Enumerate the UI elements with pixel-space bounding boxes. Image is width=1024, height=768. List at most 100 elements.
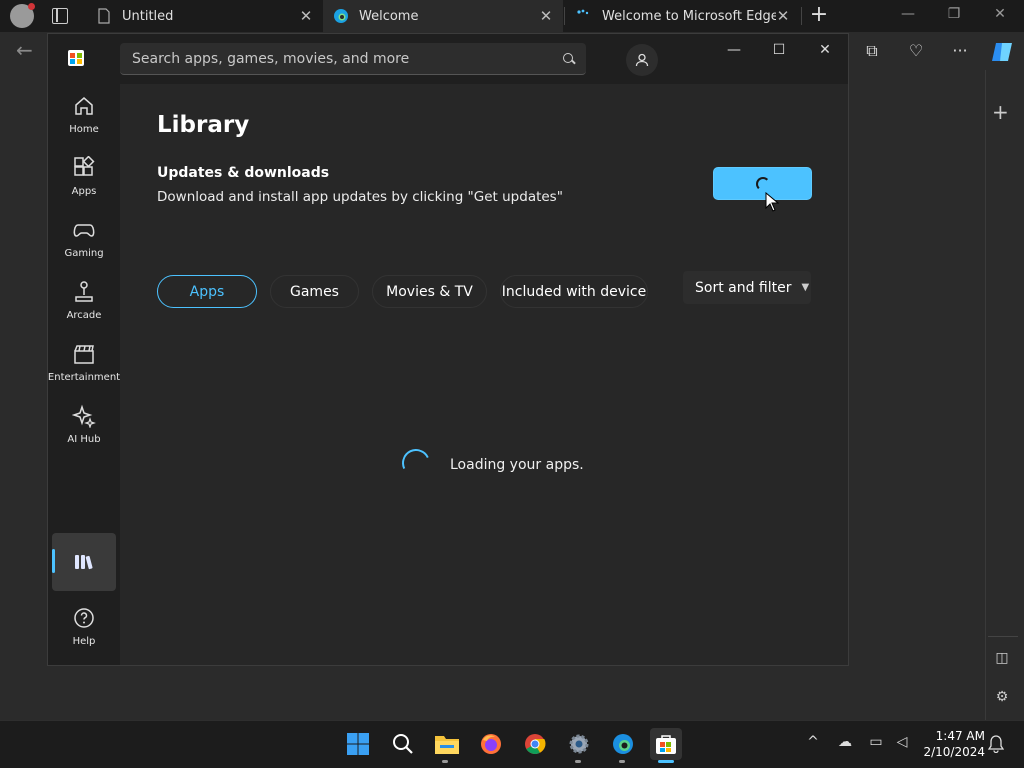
filter-apps[interactable]: Apps — [157, 275, 257, 308]
folder-icon — [435, 736, 459, 754]
selected-indicator — [52, 549, 55, 573]
network-icon[interactable]: ▭ — [867, 734, 885, 750]
nav-item-arcade[interactable]: Arcade — [52, 272, 116, 330]
nav-item-ai-hub[interactable]: AI Hub — [52, 396, 116, 454]
taskbar-edge[interactable] — [607, 728, 639, 760]
page-icon — [98, 8, 110, 24]
running-indicator — [575, 760, 581, 763]
tab-divider — [564, 7, 565, 25]
firefox-icon — [481, 734, 501, 754]
taskbar-file-explorer[interactable] — [431, 728, 463, 760]
store-logo-icon — [68, 50, 84, 66]
sidebar-divider — [988, 636, 1018, 637]
volume-muted-icon[interactable]: ◁ — [893, 734, 911, 750]
sort-and-filter-button[interactable]: Sort and filter ▼ — [683, 271, 811, 304]
onedrive-icon[interactable]: ☁ — [836, 734, 854, 750]
profile-avatar[interactable] — [10, 3, 35, 28]
taskbar-settings[interactable] — [563, 728, 595, 760]
chevron-down-icon: ▼ — [801, 282, 810, 293]
start-button[interactable] — [342, 728, 374, 760]
nav-item-library[interactable] — [52, 533, 116, 591]
nav-label: Entertainment — [47, 372, 121, 383]
mouse-cursor-icon — [765, 192, 779, 212]
tab-welcome[interactable]: Welcome ✕ — [323, 0, 563, 32]
taskbar-search-button[interactable] — [387, 728, 419, 760]
more-options-icon[interactable]: ··· — [949, 40, 971, 62]
search-input[interactable]: Search apps, games, movies, and more — [120, 43, 586, 75]
joystick-icon — [75, 281, 93, 302]
store-nav-rail: Home Apps Gaming Arcade Entertainment AI… — [48, 84, 120, 665]
account-button[interactable] — [626, 44, 658, 76]
loading-spinner-icon — [398, 445, 434, 481]
filter-movies-tv[interactable]: Movies & TV — [372, 275, 487, 308]
spinner-icon — [756, 177, 770, 191]
loading-message: Loading your apps. — [450, 457, 584, 473]
minimize-icon[interactable]: — — [898, 6, 918, 22]
bell-icon[interactable] — [988, 735, 1004, 753]
nav-label: AI Hub — [67, 434, 101, 445]
running-indicator — [619, 760, 625, 763]
nav-item-entertainment[interactable]: Entertainment — [48, 334, 120, 392]
page-title: Library — [157, 112, 250, 138]
copilot-icon[interactable] — [990, 40, 1014, 64]
maximize-icon[interactable]: ☐ — [769, 42, 789, 58]
nav-item-help[interactable]: Help — [52, 598, 116, 656]
restore-icon[interactable]: ❐ — [944, 6, 964, 22]
nav-label: Gaming — [64, 248, 104, 259]
tab-untitled[interactable]: Untitled ✕ — [86, 0, 323, 32]
add-icon[interactable]: + — [992, 100, 1009, 124]
tab-welcome-to-edge[interactable]: Welcome to Microsoft Edge ✕ — [566, 0, 800, 32]
nav-item-home[interactable]: Home — [52, 86, 116, 144]
sparkle-icon — [72, 404, 96, 428]
filter-included-with-device[interactable]: Included with device — [500, 275, 648, 308]
collections-icon[interactable]: ⧉ — [861, 40, 883, 62]
library-page: Library Updates & downloads Download and… — [120, 84, 848, 665]
clock-date: 2/10/2024 — [923, 745, 985, 759]
store-logo-icon — [656, 735, 676, 754]
tab-title: Welcome to Microsoft Edge — [602, 8, 776, 24]
running-indicator — [442, 760, 448, 763]
clock-time: 1:47 AM — [935, 729, 985, 743]
home-icon — [75, 97, 93, 115]
active-indicator — [658, 760, 674, 763]
minimize-icon[interactable]: — — [724, 42, 744, 58]
chevron-up-icon[interactable]: ^ — [804, 734, 822, 750]
tab-title: Untitled — [122, 8, 174, 24]
filter-games[interactable]: Games — [270, 275, 359, 308]
tab-title: Welcome — [359, 8, 419, 24]
sort-label: Sort and filter — [695, 279, 792, 296]
sidebar-toggle-icon[interactable]: ◫ — [993, 650, 1011, 668]
search-icon[interactable] — [562, 52, 576, 66]
microsoft-store-window: Search apps, games, movies, and more — ☐… — [47, 33, 849, 666]
taskbar-microsoft-store[interactable] — [650, 728, 682, 760]
close-icon[interactable]: ✕ — [539, 7, 553, 25]
close-window-icon[interactable]: ✕ — [815, 42, 835, 58]
back-arrow-icon[interactable]: ← — [16, 38, 33, 62]
gear-icon[interactable]: ⚙ — [993, 689, 1011, 707]
browser-essentials-icon[interactable]: ♡ — [905, 40, 927, 62]
nav-label: Apps — [71, 186, 97, 197]
new-tab-button[interactable]: + — [808, 4, 830, 26]
browser-sidebar — [985, 70, 1024, 720]
nav-label: Help — [72, 636, 96, 647]
get-updates-button[interactable] — [713, 167, 812, 200]
search-placeholder: Search apps, games, movies, and more — [132, 50, 410, 67]
close-icon[interactable]: ✕ — [299, 7, 313, 25]
updates-description: Download and install app updates by clic… — [157, 189, 563, 205]
library-icon — [75, 555, 93, 570]
tab-divider — [801, 7, 802, 25]
taskbar-chrome[interactable] — [519, 728, 551, 760]
taskbar-firefox[interactable] — [475, 728, 507, 760]
nav-item-gaming[interactable]: Gaming — [52, 210, 116, 268]
loading-icon — [577, 9, 589, 15]
chrome-icon — [525, 734, 546, 754]
edge-logo-icon — [334, 9, 348, 23]
nav-label: Home — [69, 124, 99, 135]
user-icon — [635, 53, 649, 67]
system-clock[interactable]: 1:47 AM 2/10/2024 — [915, 728, 985, 760]
close-icon[interactable]: ✕ — [776, 7, 790, 25]
tab-actions-icon[interactable] — [52, 8, 68, 24]
close-window-icon[interactable]: ✕ — [990, 6, 1010, 22]
clapperboard-icon — [74, 345, 94, 364]
nav-item-apps[interactable]: Apps — [52, 148, 116, 206]
